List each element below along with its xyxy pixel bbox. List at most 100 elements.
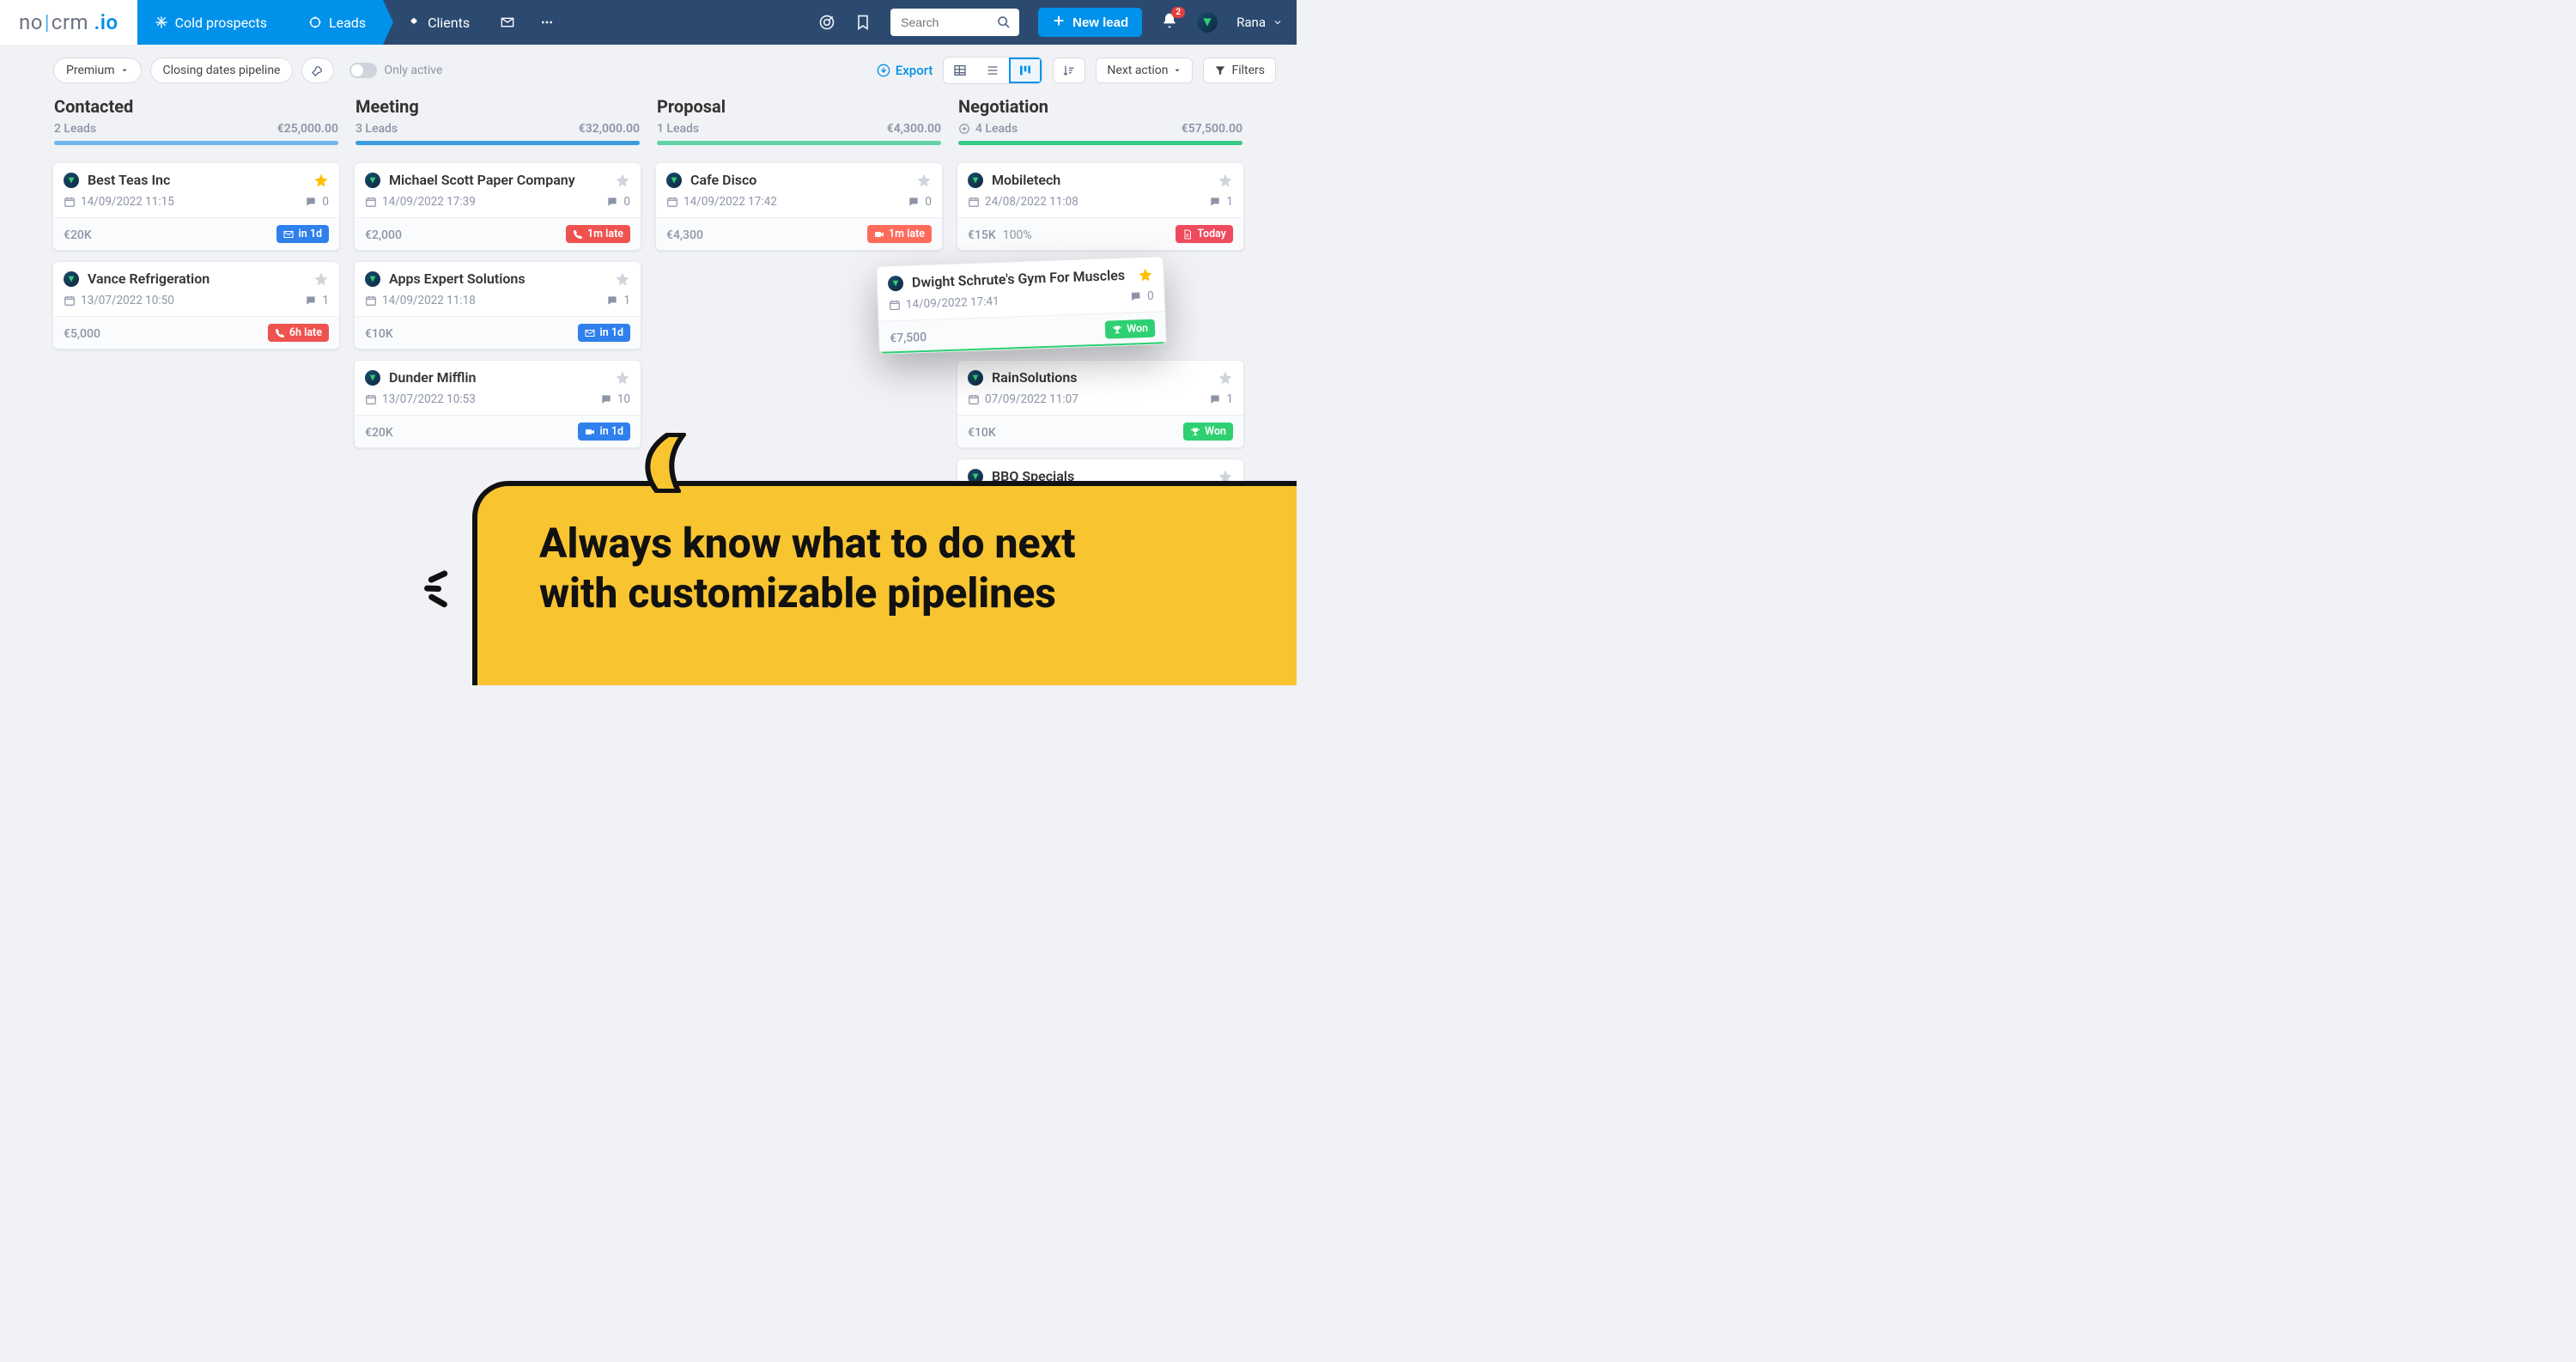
card-title: Cafe Disco (690, 172, 908, 188)
lead-card[interactable]: BBQ Specials 13/07/2022 10:58 0 €25K Won (957, 459, 1244, 547)
star-icon[interactable] (615, 271, 630, 287)
card-percent: 100% (1003, 228, 1032, 242)
tab-label: Leads (329, 15, 366, 31)
status-chip[interactable]: 6h late (268, 324, 329, 342)
status-chip[interactable]: Won (1183, 521, 1233, 539)
notifications[interactable]: 2 (1161, 12, 1178, 33)
chevron-down-icon[interactable] (1273, 15, 1283, 31)
filters-label: Filters (1231, 64, 1265, 77)
status-chip[interactable]: Won (1183, 423, 1233, 441)
card-avatar (666, 173, 682, 188)
star-icon[interactable] (313, 173, 329, 188)
lead-card[interactable]: Dwight Schrute's Gym For Muscles 14/09/2… (876, 256, 1166, 355)
nav-mail[interactable] (487, 0, 528, 45)
logo[interactable]: no|crm .io (0, 0, 137, 45)
switch-track (349, 63, 377, 78)
card-title: Dwight Schrute's Gym For Muscles (912, 267, 1130, 291)
user-name[interactable]: Rana (1236, 15, 1266, 30)
view-table[interactable] (944, 58, 976, 83)
card-comments[interactable]: 0 (1209, 491, 1233, 505)
card-value-wrap: €10K (968, 423, 996, 440)
sort-button[interactable] (1053, 58, 1085, 83)
user-avatar[interactable] (1197, 12, 1218, 33)
card-value-wrap: €5,000 (64, 325, 100, 341)
logo-part-io: .io (94, 10, 118, 34)
card-comments[interactable]: 0 (305, 195, 329, 209)
view-kanban[interactable] (1009, 58, 1042, 83)
star-icon[interactable] (1138, 266, 1154, 283)
status-chip[interactable]: in 1d (578, 324, 630, 342)
card-comments[interactable]: 0 (1130, 289, 1154, 304)
column-title: Proposal (657, 96, 941, 117)
lead-card[interactable]: Best Teas Inc 14/09/2022 11:15 0 €20K in… (52, 162, 340, 251)
toolbar: Premium Closing dates pipeline Only acti… (0, 45, 1297, 91)
tab-leads[interactable]: Leads (284, 0, 383, 45)
card-comments[interactable]: 0 (908, 195, 932, 209)
card-comments[interactable]: 10 (600, 392, 630, 406)
column-header: Contacted 2 Leads €25,000.00 (52, 94, 340, 152)
card-value-wrap: €20K (64, 226, 92, 242)
tab-cold-prospects[interactable]: Cold prospects (137, 0, 284, 45)
column-count: 2 Leads (54, 122, 96, 136)
new-lead-button[interactable]: New lead (1038, 8, 1142, 37)
lead-card[interactable]: Vance Refrigeration 13/07/2022 10:50 1 €… (52, 261, 340, 350)
export-button[interactable]: Export (877, 63, 933, 78)
nav-more[interactable] (528, 0, 566, 45)
card-avatar (365, 173, 380, 188)
card-avatar (64, 271, 79, 287)
star-icon[interactable] (1218, 370, 1233, 386)
snowflake-icon (155, 15, 168, 29)
chip-text: Won (1205, 425, 1226, 438)
lead-card[interactable]: Dunder Mifflin 13/07/2022 10:53 10 €20K … (354, 360, 641, 448)
pipeline-filter[interactable]: Closing dates pipeline (150, 58, 294, 83)
search-icon[interactable] (997, 15, 1011, 33)
status-chip[interactable]: 1m late (867, 225, 932, 243)
only-active-toggle[interactable]: Only active (349, 63, 442, 78)
goal-icon[interactable] (818, 14, 835, 31)
add-lead-icon[interactable] (958, 123, 970, 135)
column-negotiation: Negotiation 4 Leads €57,500.00 Mobiletec… (957, 94, 1244, 547)
star-icon[interactable] (916, 173, 932, 188)
view-switcher (943, 57, 1042, 84)
star-icon[interactable] (615, 370, 630, 386)
target-icon (308, 15, 322, 29)
card-comments[interactable]: 0 (606, 195, 630, 209)
column-header: Proposal 1 Leads €4,300.00 (655, 94, 943, 152)
star-icon[interactable] (313, 271, 329, 287)
card-comments[interactable]: 1 (606, 294, 630, 307)
lead-card[interactable]: Mobiletech 24/08/2022 11:08 1 €15K100% T… (957, 162, 1244, 251)
settings-button[interactable] (301, 58, 334, 83)
card-comments[interactable]: 1 (305, 294, 329, 307)
chip-text: in 1d (599, 425, 623, 438)
lead-card[interactable]: Michael Scott Paper Company 14/09/2022 1… (354, 162, 641, 251)
premium-filter[interactable]: Premium (53, 58, 142, 83)
chip-text: Today (1197, 228, 1226, 240)
chip-text: 1m late (587, 228, 623, 240)
card-avatar (968, 469, 983, 484)
status-chip[interactable]: in 1d (578, 423, 630, 441)
star-icon[interactable] (615, 173, 630, 188)
column-title: Negotiation (958, 96, 1242, 117)
status-chip[interactable]: Won (1105, 319, 1156, 339)
tab-clients[interactable]: Clients (383, 0, 487, 45)
lead-card[interactable]: Apps Expert Solutions 14/09/2022 11:18 1… (354, 261, 641, 350)
card-value-wrap: €10K (365, 325, 393, 341)
filters-button[interactable]: Filters (1203, 58, 1276, 83)
next-action-dropdown[interactable]: Next action (1096, 58, 1193, 83)
column-header: Meeting 3 Leads €32,000.00 (354, 94, 641, 152)
column-progress (54, 141, 338, 145)
lead-card[interactable]: RainSolutions 07/09/2022 11:07 1 €10K Wo… (957, 360, 1244, 448)
nav-tabs: Cold prospects Leads Clients (137, 0, 567, 45)
status-chip[interactable]: Today (1176, 225, 1233, 243)
card-value-wrap: €20K (365, 423, 393, 440)
logo-divider: | (43, 10, 52, 34)
status-chip[interactable]: 1m late (566, 225, 630, 243)
status-chip[interactable]: in 1d (276, 225, 329, 243)
lead-card[interactable]: Cafe Disco 14/09/2022 17:42 0 €4,300 1m … (655, 162, 943, 251)
bookmark-icon[interactable] (854, 14, 872, 31)
card-comments[interactable]: 1 (1209, 392, 1233, 406)
star-icon[interactable] (1218, 469, 1233, 484)
view-list[interactable] (976, 58, 1009, 83)
star-icon[interactable] (1218, 173, 1233, 188)
card-comments[interactable]: 1 (1209, 195, 1233, 209)
